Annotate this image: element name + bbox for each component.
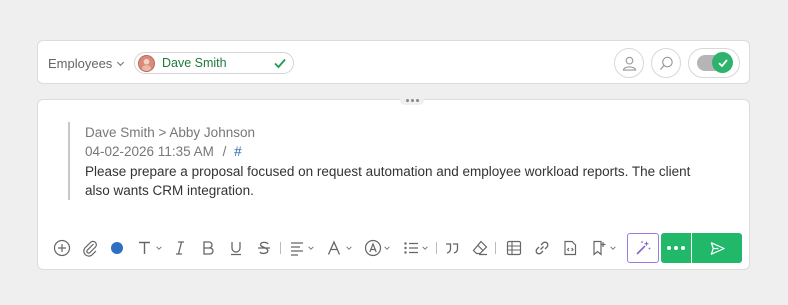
template-button[interactable] [589, 233, 617, 263]
bold-button[interactable] [199, 233, 217, 263]
ai-magic-icon [636, 241, 651, 255]
quote-body: Please prepare a proposal focused on req… [85, 164, 691, 198]
text-style-icon [138, 241, 150, 254]
table-icon [506, 240, 522, 256]
avatar [138, 54, 155, 72]
chevron-down-icon [383, 246, 390, 250]
font-color-button[interactable] [363, 233, 391, 263]
more-options-button[interactable] [661, 233, 691, 263]
attach-button[interactable] [81, 233, 99, 263]
underline-icon [231, 242, 241, 256]
table-button[interactable] [505, 233, 523, 263]
bold-icon [203, 241, 214, 255]
text-color-button[interactable] [109, 233, 125, 263]
quoted-message: Dave Smith > Abby Johnson 04-02-2026 11:… [68, 122, 718, 200]
font-size-icon [327, 240, 340, 255]
code-icon [564, 240, 577, 256]
quote-meta: 04-02-2026 11:35 AM / # [85, 143, 718, 161]
search-button[interactable] [651, 48, 681, 78]
status-toggle[interactable] [688, 48, 740, 78]
employees-label: Employees [48, 56, 113, 71]
toolbar-divider [495, 242, 496, 254]
strikethrough-icon [258, 241, 270, 255]
chevron-down-icon [345, 246, 352, 250]
top-bar: Employees Dave Smith [37, 40, 750, 84]
template-icon [592, 240, 605, 256]
chevron-down-icon [307, 246, 314, 250]
add-icon [53, 239, 71, 257]
ai-assist-button[interactable] [627, 233, 659, 263]
chevron-down-icon [421, 246, 428, 250]
underline-button[interactable] [227, 233, 245, 263]
list-icon [403, 242, 418, 254]
italic-button[interactable] [171, 233, 189, 263]
eraser-icon [472, 240, 488, 256]
toolbar-divider [436, 242, 437, 254]
toolbar-divider [280, 242, 281, 254]
search-icon [659, 56, 673, 70]
user-icon [622, 56, 636, 71]
chevron-down-icon [117, 61, 125, 67]
quote-link[interactable]: # [234, 144, 242, 159]
link-button[interactable] [533, 233, 551, 263]
chevron-down-icon [155, 246, 162, 250]
font-size-button[interactable] [325, 233, 353, 263]
checkmark-icon [274, 58, 286, 69]
color-dot [111, 242, 123, 254]
code-button[interactable] [561, 233, 579, 263]
quote-header: Dave Smith > Abby Johnson [85, 125, 255, 140]
eraser-button[interactable] [471, 233, 489, 263]
quote-button[interactable] [443, 233, 461, 263]
chevron-down-icon [609, 246, 616, 250]
send-icon [710, 241, 725, 255]
link-icon [535, 241, 549, 255]
strikethrough-button[interactable] [255, 233, 273, 263]
editor-toolbar [53, 233, 743, 263]
font-color-icon [364, 239, 381, 257]
check-icon [717, 58, 728, 67]
resize-handle[interactable] [400, 95, 424, 105]
employees-dropdown[interactable]: Employees [48, 56, 125, 71]
attach-icon [83, 240, 97, 257]
quote-icon [446, 243, 459, 254]
align-icon [290, 242, 303, 256]
italic-icon [176, 241, 184, 255]
selected-user-name: Dave Smith [162, 56, 227, 70]
user-button[interactable] [614, 48, 644, 78]
quote-separator: / [222, 144, 227, 159]
text-style-button[interactable] [135, 233, 163, 263]
list-button[interactable] [401, 233, 429, 263]
align-button[interactable] [287, 233, 315, 263]
message-editor[interactable]: Dave Smith > Abby Johnson 04-02-2026 11:… [37, 95, 750, 270]
selected-user-chip[interactable]: Dave Smith [134, 52, 294, 74]
send-button[interactable] [692, 233, 742, 263]
quote-timestamp: 04-02-2026 11:35 AM [85, 144, 214, 159]
add-button[interactable] [53, 233, 71, 263]
